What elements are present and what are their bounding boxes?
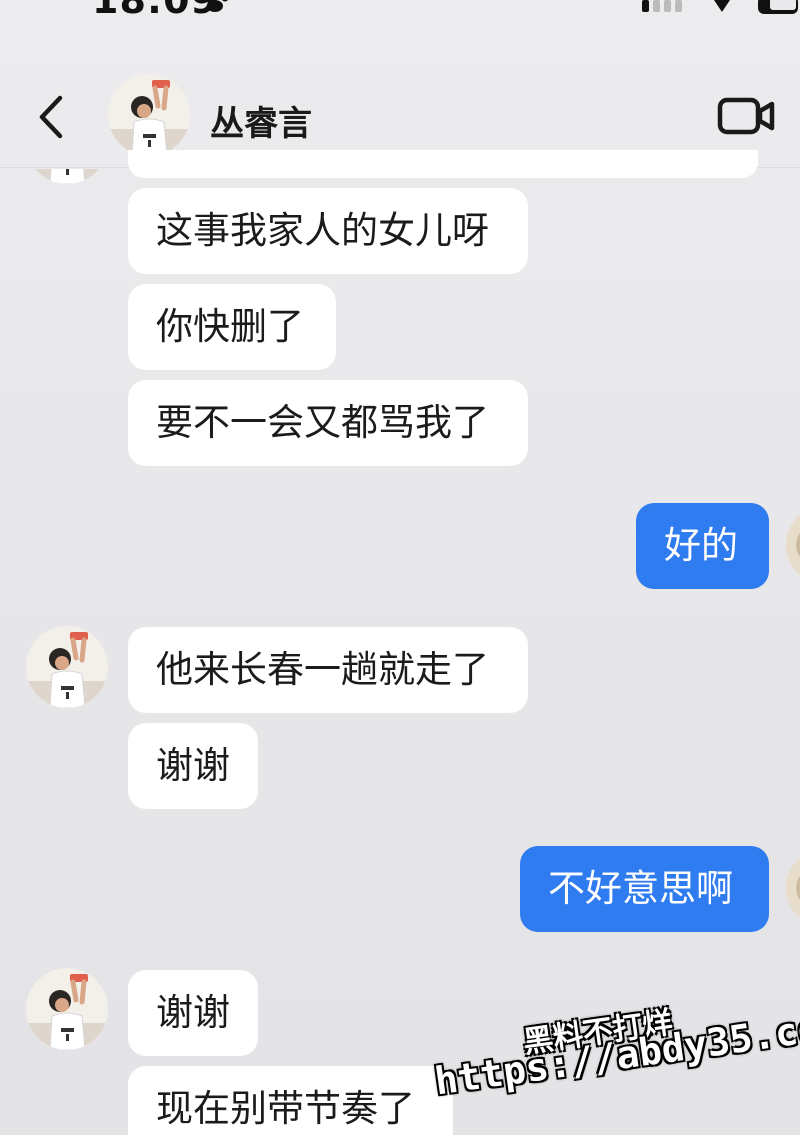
partial-message-bubble[interactable] [128,150,758,178]
cellular-signal-icon [642,0,682,12]
message-bubble-incoming[interactable]: 你快删了 [128,284,336,370]
message-bubble-incoming[interactable]: 谢谢 [128,970,258,1056]
my-avatar[interactable] [786,848,800,928]
wifi-icon [714,0,730,12]
message-bubble-incoming[interactable]: 他来长春一趟就走了 [128,627,528,713]
message-bubble-outgoing[interactable]: 不好意思啊 [520,846,769,932]
back-arrow-icon[interactable] [30,92,74,142]
message-bubble-outgoing[interactable]: 好的 [636,503,769,589]
contact-avatar[interactable] [26,626,108,708]
battery-icon [758,0,798,14]
message-bubble-incoming[interactable]: 这事我家人的女儿呀 [128,188,528,274]
status-bar: 18:09 [0,0,800,22]
message-bubble-incoming[interactable]: 现在别带节奏了 [128,1066,453,1135]
message-bubble-incoming[interactable]: 谢谢 [128,723,258,809]
paw-icon [202,0,228,12]
video-camera-icon[interactable] [716,94,778,138]
my-avatar[interactable] [786,505,800,585]
contact-name: 丛睿言 [210,104,312,144]
contact-avatar[interactable] [108,74,190,156]
contact-avatar[interactable] [26,968,108,1050]
message-bubble-incoming[interactable]: 要不一会又都骂我了 [128,380,528,466]
